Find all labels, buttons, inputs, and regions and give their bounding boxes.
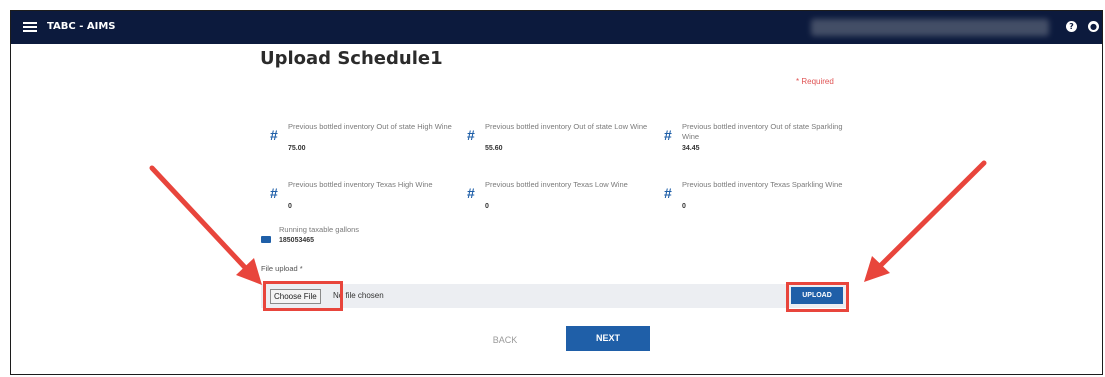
hash-icon: #: [270, 185, 278, 201]
back-button[interactable]: BACK: [475, 330, 535, 350]
app-title: TABC - AIMS: [47, 21, 116, 32]
field-value: 75.00: [288, 145, 306, 152]
field-label: Previous bottled inventory Texas Low Win…: [485, 180, 628, 189]
top-navigation-bar: TABC - AIMS ? ●: [11, 11, 1102, 44]
field-texas-high-wine: # Previous bottled inventory Texas High …: [270, 180, 460, 220]
hash-icon: #: [467, 127, 475, 143]
running-label: Running taxable gallons: [279, 225, 360, 234]
hash-icon: #: [664, 127, 672, 143]
account-icon[interactable]: ●: [1088, 21, 1099, 32]
hash-icon: #: [270, 127, 278, 143]
running-taxable-gallons: Running taxable gallons 185053465: [261, 225, 461, 250]
field-texas-low-wine: # Previous bottled inventory Texas Low W…: [467, 180, 657, 220]
field-value: 0: [682, 203, 686, 210]
box-icon: [261, 236, 271, 243]
page-title: Upload Schedule1: [260, 48, 443, 69]
upload-button-highlight: [786, 282, 849, 312]
file-upload-label: File upload *: [261, 264, 303, 273]
field-label: Previous bottled inventory Texas High Wi…: [288, 180, 433, 189]
field-value: 0: [288, 203, 292, 210]
hash-icon: #: [664, 185, 672, 201]
field-label: Previous bottled inventory Texas Sparkli…: [682, 180, 843, 189]
field-value: 55.60: [485, 145, 503, 152]
field-value: 34.45: [682, 145, 700, 152]
hamburger-icon[interactable]: [23, 20, 37, 34]
user-info-redacted: [811, 19, 1049, 36]
field-label: Previous bottled inventory Out of state …: [288, 122, 452, 131]
field-oos-sparkling-wine: # Previous bottled inventory Out of stat…: [664, 122, 854, 162]
choose-file-highlight: [263, 281, 343, 311]
help-icon[interactable]: ?: [1066, 21, 1077, 32]
field-oos-low-wine: # Previous bottled inventory Out of stat…: [467, 122, 657, 162]
hash-icon: #: [467, 185, 475, 201]
running-value: 185053465: [279, 237, 315, 244]
next-button[interactable]: NEXT: [566, 326, 650, 351]
field-texas-sparkling-wine: # Previous bottled inventory Texas Spark…: [664, 180, 854, 220]
field-oos-high-wine: # Previous bottled inventory Out of stat…: [270, 122, 460, 162]
required-note: * Required: [796, 77, 834, 86]
field-label: Previous bottled inventory Out of state …: [485, 122, 648, 131]
field-value: 0: [485, 203, 489, 210]
file-upload-field[interactable]: Choose File No file chosen: [261, 284, 849, 308]
field-label: Previous bottled inventory Out of state …: [682, 122, 843, 141]
